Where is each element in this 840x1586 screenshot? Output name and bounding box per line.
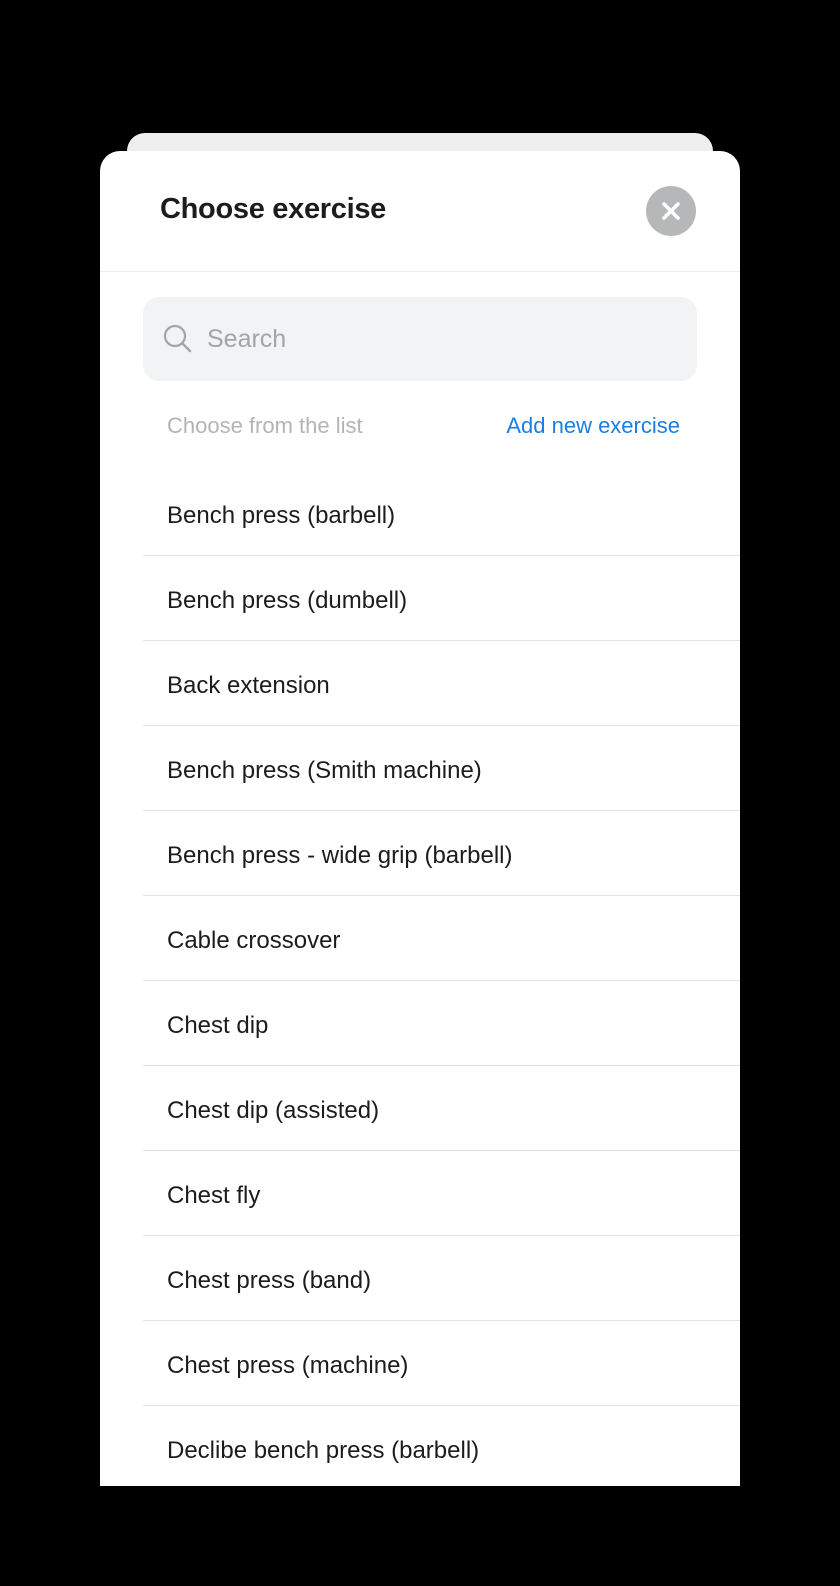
list-caption: Choose from the list bbox=[167, 413, 363, 438]
close-button[interactable] bbox=[646, 186, 696, 236]
close-icon bbox=[662, 202, 680, 220]
exercise-name: Bench press - wide grip (barbell) bbox=[167, 842, 513, 869]
list-item[interactable]: Cable crossover bbox=[143, 896, 740, 981]
exercise-name: Chest press (machine) bbox=[167, 1352, 409, 1379]
list-item[interactable]: Bench press (barbell) bbox=[143, 452, 740, 556]
list-item[interactable]: Chest dip (assisted) bbox=[143, 1066, 740, 1151]
list-item[interactable]: Chest dip bbox=[143, 981, 740, 1066]
exercise-name: Chest dip bbox=[167, 1012, 269, 1039]
modal-title: Choose exercise bbox=[160, 193, 387, 225]
exercise-name: Back extension bbox=[167, 672, 330, 699]
list-item[interactable]: Back extension bbox=[143, 641, 740, 726]
exercise-name: Bench press (barbell) bbox=[167, 502, 396, 529]
list-item[interactable]: Bench press - wide grip (barbell) bbox=[143, 811, 740, 896]
search-icon bbox=[163, 324, 192, 353]
exercise-name: Chest dip (assisted) bbox=[167, 1097, 380, 1124]
exercise-name: Bench press (dumbell) bbox=[167, 587, 408, 614]
list-item[interactable]: Chest press (band) bbox=[143, 1236, 740, 1321]
exercise-list: Bench press (barbell) Bench press (dumbe… bbox=[143, 452, 740, 1486]
exercise-name: Cable crossover bbox=[167, 927, 341, 954]
exercise-name: Chest press (band) bbox=[167, 1267, 372, 1294]
list-item[interactable]: Bench press (dumbell) bbox=[143, 556, 740, 641]
exercise-name: Declibe bench press (barbell) bbox=[167, 1437, 480, 1464]
search-bar[interactable] bbox=[143, 297, 697, 381]
list-item[interactable]: Chest press (machine) bbox=[143, 1321, 740, 1406]
modal-header: Choose exercise bbox=[100, 151, 740, 272]
exercise-name: Chest fly bbox=[167, 1182, 261, 1209]
search-input[interactable] bbox=[207, 319, 667, 359]
exercise-name: Bench press (Smith machine) bbox=[167, 757, 482, 784]
choose-exercise-modal: Choose exercise Choose from the list Add… bbox=[100, 151, 740, 1486]
list-item[interactable]: Declibe bench press (barbell) bbox=[143, 1406, 740, 1486]
list-item[interactable]: Chest fly bbox=[143, 1151, 740, 1236]
add-new-exercise-link[interactable]: Add new exercise bbox=[506, 413, 680, 439]
app-screen: Choose exercise Choose from the list Add… bbox=[0, 0, 840, 1586]
list-item[interactable]: Bench press (Smith machine) bbox=[143, 726, 740, 811]
